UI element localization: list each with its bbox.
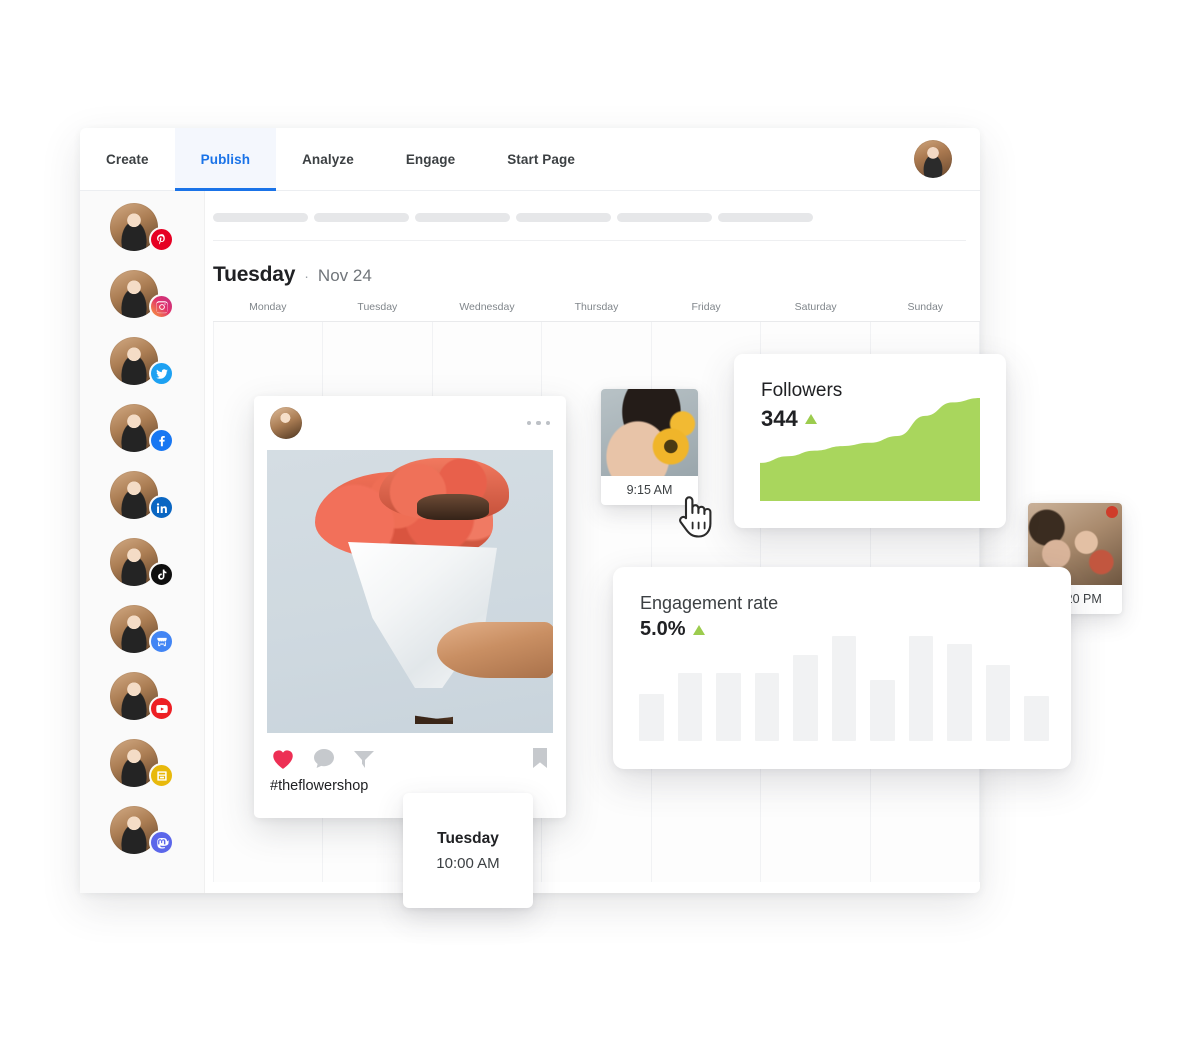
engagement-bar-chart	[639, 636, 1050, 741]
stat-title: Followers	[761, 380, 843, 401]
stat-title: Engagement rate	[640, 593, 779, 613]
sidebar-item-google-business[interactable]	[110, 605, 174, 654]
bar	[639, 693, 664, 741]
separator: ·	[304, 268, 309, 284]
weekday-monday[interactable]: Monday	[213, 301, 323, 313]
avatar[interactable]	[270, 407, 302, 439]
weekday-header-row: Monday Tuesday Wednesday Thursday Friday…	[213, 287, 980, 322]
trend-up-icon	[692, 624, 705, 635]
tab-label: Publish	[200, 151, 251, 167]
bouquet-hand	[437, 622, 553, 678]
status-badge	[1106, 506, 1118, 518]
tab-publish[interactable]: Publish	[174, 128, 277, 191]
weekday-friday[interactable]: Friday	[651, 301, 761, 313]
post-photo	[267, 450, 553, 733]
slot-day-label: Tuesday	[437, 829, 499, 847]
tab-analyze[interactable]: Analyze	[276, 128, 380, 190]
post-action-bar	[254, 733, 566, 774]
bar	[677, 672, 703, 741]
scheduled-slot-card[interactable]: Tuesday 10:00 AM	[403, 793, 533, 908]
weekday-saturday[interactable]: Saturday	[761, 301, 871, 313]
bar	[754, 672, 780, 741]
stat-value: 5.0%	[640, 618, 686, 640]
engagement-rate-stat-card[interactable]: Engagement rate 5.0%	[613, 567, 1071, 769]
google-business-icon	[149, 629, 174, 654]
tab-label: Analyze	[302, 151, 354, 167]
avatar[interactable]	[914, 140, 952, 178]
skeleton-bar	[617, 213, 712, 222]
sidebar-item-shop[interactable]	[110, 739, 174, 788]
youtube-icon	[149, 696, 174, 721]
bouquet-stems	[415, 672, 453, 724]
screenshot-stage: Create Publish Analyze Engage Start Page	[0, 0, 1200, 1046]
skeleton-bar	[213, 213, 308, 222]
calendar-date: Nov 24	[317, 266, 372, 285]
tiktok-icon	[149, 562, 174, 587]
pointing-hand-cursor	[673, 492, 715, 545]
tabbar-spacer	[601, 128, 914, 190]
instagram-icon	[149, 294, 174, 319]
followers-header: Followers 344	[761, 380, 842, 432]
sidebar-item-instagram[interactable]	[110, 270, 174, 319]
weekday-wednesday[interactable]: Wednesday	[432, 301, 542, 313]
stat-value-row: 5.0%	[640, 618, 778, 641]
bar	[1024, 695, 1050, 741]
linkedin-icon	[149, 495, 174, 520]
trend-up-icon	[804, 414, 817, 424]
bar	[716, 672, 741, 741]
mastodon-icon	[149, 830, 174, 855]
skeleton-bar	[314, 213, 409, 222]
page-title: Tuesday	[213, 263, 296, 286]
bar	[831, 636, 857, 741]
sidebar-item-twitter[interactable]	[110, 337, 174, 386]
skeleton-bar	[718, 213, 813, 222]
skeleton-bar	[516, 213, 611, 222]
bar	[870, 680, 895, 741]
facebook-icon	[149, 428, 174, 453]
tab-engage[interactable]: Engage	[380, 128, 481, 190]
tab-label: Start Page	[507, 151, 575, 167]
shop-icon	[149, 763, 174, 788]
tab-label: Engage	[405, 151, 456, 167]
social-post-preview-card[interactable]: #theflowershop	[254, 396, 566, 818]
sidebar-item-youtube[interactable]	[110, 672, 174, 721]
bookmark-icon[interactable]	[530, 746, 550, 770]
followers-stat-card[interactable]: Followers 344	[734, 354, 1006, 528]
sidebar-item-mastodon[interactable]	[110, 806, 174, 855]
weekday-sunday[interactable]: Sunday	[870, 301, 980, 313]
twitter-icon	[149, 361, 174, 386]
stat-value: 344	[761, 406, 798, 431]
skeleton-bar	[415, 213, 510, 222]
sidebar-item-linkedin[interactable]	[110, 471, 174, 520]
bar	[947, 644, 972, 741]
heart-icon[interactable]	[270, 746, 296, 770]
bar	[793, 654, 818, 741]
post-thumbnail	[601, 389, 698, 476]
account-sidebar	[80, 191, 205, 893]
comment-icon[interactable]	[312, 747, 336, 770]
main-tabbar: Create Publish Analyze Engage Start Page	[80, 128, 980, 191]
skeleton-filter-row	[205, 191, 980, 222]
bar	[985, 665, 1011, 741]
weekday-thursday[interactable]: Thursday	[542, 301, 652, 313]
slot-time-label: 10:00 AM	[436, 854, 500, 872]
bouquet-foliage	[417, 494, 489, 520]
sidebar-item-pinterest[interactable]	[110, 203, 174, 252]
weekday-tuesday[interactable]: Tuesday	[323, 301, 433, 313]
scheduled-post-thumb-915am[interactable]: 9:15 AM	[601, 389, 698, 505]
more-horizontal-icon[interactable]	[526, 420, 550, 426]
sidebar-item-tiktok[interactable]	[110, 538, 174, 587]
calendar-day-header: Tuesday · Nov 24	[205, 241, 980, 287]
tab-label: Create	[106, 151, 149, 167]
tab-create[interactable]: Create	[80, 128, 175, 190]
stat-value-row: 344	[761, 406, 842, 432]
pinterest-icon	[149, 227, 174, 252]
share-icon[interactable]	[352, 747, 376, 770]
bar	[908, 636, 934, 741]
tab-start-page[interactable]: Start Page	[481, 128, 601, 190]
engagement-header: Engagement rate 5.0%	[640, 593, 778, 641]
sidebar-item-facebook[interactable]	[110, 404, 174, 453]
post-header	[254, 396, 566, 450]
